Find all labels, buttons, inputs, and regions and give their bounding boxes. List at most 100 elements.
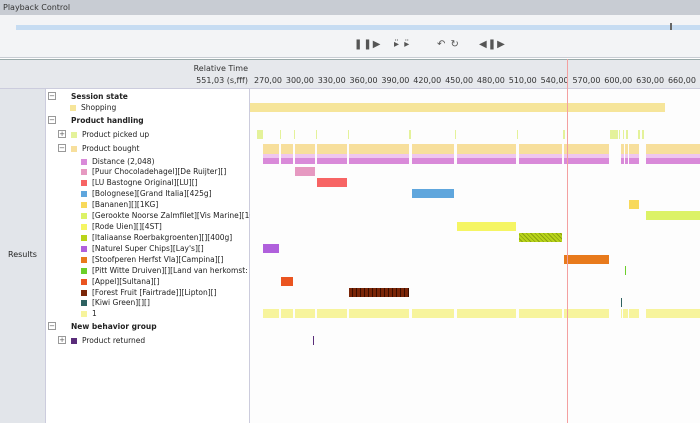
collapse-icon[interactable]: − bbox=[48, 322, 56, 330]
timeline-bar[interactable] bbox=[409, 130, 411, 139]
timeline-bar[interactable] bbox=[645, 154, 700, 164]
timeline-bar[interactable] bbox=[295, 154, 316, 164]
timeline-bar[interactable] bbox=[645, 309, 700, 318]
timeline-bar[interactable] bbox=[317, 178, 348, 187]
tree-label: [Pitt Witte Druiven][][Land van herkomst… bbox=[92, 266, 272, 275]
timeline-bar[interactable] bbox=[279, 130, 282, 139]
collapse-icon[interactable]: − bbox=[58, 144, 66, 152]
timeline-bar[interactable] bbox=[516, 130, 519, 139]
collapse-icon[interactable]: − bbox=[48, 116, 56, 124]
tree-label: Product picked up bbox=[82, 130, 150, 139]
timeline-bar[interactable] bbox=[312, 336, 315, 345]
tick-label: 270,00 bbox=[254, 76, 283, 85]
tick-label: 480,00 bbox=[476, 76, 505, 85]
color-swatch bbox=[81, 235, 87, 241]
timeline-bar[interactable] bbox=[456, 154, 517, 164]
tree-label: [Rode Uien][][4ST] bbox=[92, 222, 162, 231]
timeline-bar[interactable] bbox=[563, 255, 609, 264]
tick-label: 390,00 bbox=[381, 76, 410, 85]
timeline-bar[interactable] bbox=[456, 309, 517, 318]
tree-label: Session state bbox=[71, 92, 128, 101]
timeline-bar[interactable] bbox=[624, 154, 628, 164]
timeline-bar[interactable] bbox=[295, 309, 316, 318]
color-swatch bbox=[71, 146, 77, 152]
timeline-bar[interactable] bbox=[411, 309, 454, 318]
color-swatch bbox=[81, 224, 87, 230]
color-swatch bbox=[81, 202, 87, 208]
timeline-bar[interactable] bbox=[622, 130, 625, 139]
tree-label: [LU Bastogne Original][LU][] bbox=[92, 178, 198, 187]
color-swatch bbox=[81, 169, 87, 175]
results-panel: Results bbox=[0, 89, 46, 423]
timeline-bar[interactable] bbox=[411, 154, 454, 164]
timeline-bar[interactable] bbox=[281, 154, 294, 164]
color-swatch bbox=[81, 191, 87, 197]
timeline-bar[interactable] bbox=[620, 309, 623, 318]
timeline-bar[interactable] bbox=[563, 130, 565, 139]
timeline-bar[interactable] bbox=[411, 189, 454, 198]
timeline-bar[interactable] bbox=[519, 233, 563, 242]
timeline-bar[interactable] bbox=[349, 309, 409, 318]
tree-label: Product returned bbox=[82, 336, 146, 345]
tree-label: Product bought bbox=[82, 144, 140, 153]
timeline-bar[interactable] bbox=[628, 200, 639, 209]
tick-label: 330,00 bbox=[317, 76, 346, 85]
timeline-bar[interactable] bbox=[624, 266, 627, 275]
timeline-bar[interactable] bbox=[293, 130, 295, 139]
tree-label: [Bananen][][1KG] bbox=[92, 200, 159, 209]
tree-label: Product handling bbox=[71, 116, 144, 125]
timeline-bar[interactable] bbox=[638, 130, 640, 139]
collapse-icon[interactable]: − bbox=[48, 92, 56, 100]
step-buttons[interactable]: ▸̈ ▸̈ bbox=[394, 39, 410, 50]
timeline-bar[interactable] bbox=[626, 130, 628, 139]
color-swatch bbox=[81, 180, 87, 186]
frame-buttons[interactable]: ◀❚▶ bbox=[479, 39, 506, 50]
timeline-bar[interactable] bbox=[519, 309, 563, 318]
play-pause-button[interactable]: ❚❚▶ bbox=[354, 39, 381, 50]
timeline-bar[interactable] bbox=[563, 154, 609, 164]
timeline-bar[interactable] bbox=[618, 130, 621, 139]
timeline-bar[interactable] bbox=[609, 130, 618, 139]
timeline-bar[interactable] bbox=[620, 154, 624, 164]
timeline-bar[interactable] bbox=[263, 154, 280, 164]
timeline-bar[interactable] bbox=[257, 130, 264, 139]
timeline-bar[interactable] bbox=[349, 154, 409, 164]
time-cursor[interactable] bbox=[567, 59, 568, 423]
timeline-bar[interactable] bbox=[250, 103, 665, 112]
timeline-bar[interactable] bbox=[628, 309, 639, 318]
timeline-bar[interactable] bbox=[563, 309, 609, 318]
timeline-bar[interactable] bbox=[349, 288, 409, 297]
slider-thumb[interactable] bbox=[670, 23, 672, 30]
tree-label: [Appel][Sultana][] bbox=[92, 277, 160, 286]
timeline-bar[interactable] bbox=[281, 309, 294, 318]
tick-label: 510,00 bbox=[508, 76, 537, 85]
timeline-bar[interactable] bbox=[454, 130, 457, 139]
timeline-bar[interactable] bbox=[620, 298, 623, 307]
timeline-bar[interactable] bbox=[317, 309, 348, 318]
timeline-bar[interactable] bbox=[645, 211, 700, 220]
timeline-bar[interactable] bbox=[624, 309, 628, 318]
timeline-bar[interactable] bbox=[263, 309, 280, 318]
playback-slider[interactable] bbox=[16, 25, 700, 30]
color-swatch bbox=[81, 213, 87, 219]
timeline-chart bbox=[250, 89, 700, 423]
color-swatch bbox=[81, 279, 87, 285]
color-swatch bbox=[71, 338, 77, 344]
timeline-bar[interactable] bbox=[456, 222, 517, 231]
expand-icon[interactable]: + bbox=[58, 130, 66, 138]
tree-label: New behavior group bbox=[71, 322, 157, 331]
tree-panel: − Session state Shopping − Product handling +… bbox=[46, 89, 271, 423]
timeline-bar[interactable] bbox=[642, 130, 644, 139]
timeline-bar[interactable] bbox=[263, 244, 280, 253]
timeline-bar[interactable] bbox=[315, 130, 318, 139]
timeline-bar[interactable] bbox=[295, 167, 316, 176]
timeline-bar[interactable] bbox=[347, 130, 350, 139]
rewind-buttons[interactable]: ↶ ↻ bbox=[437, 39, 460, 50]
timeline-bar[interactable] bbox=[519, 154, 563, 164]
expand-icon[interactable]: + bbox=[58, 336, 66, 344]
timeline-bar[interactable] bbox=[281, 277, 294, 286]
timeline-bar[interactable] bbox=[628, 154, 639, 164]
tick-label: 600,00 bbox=[604, 76, 633, 85]
tick-label: 360,00 bbox=[349, 76, 378, 85]
timeline-bar[interactable] bbox=[317, 154, 348, 164]
